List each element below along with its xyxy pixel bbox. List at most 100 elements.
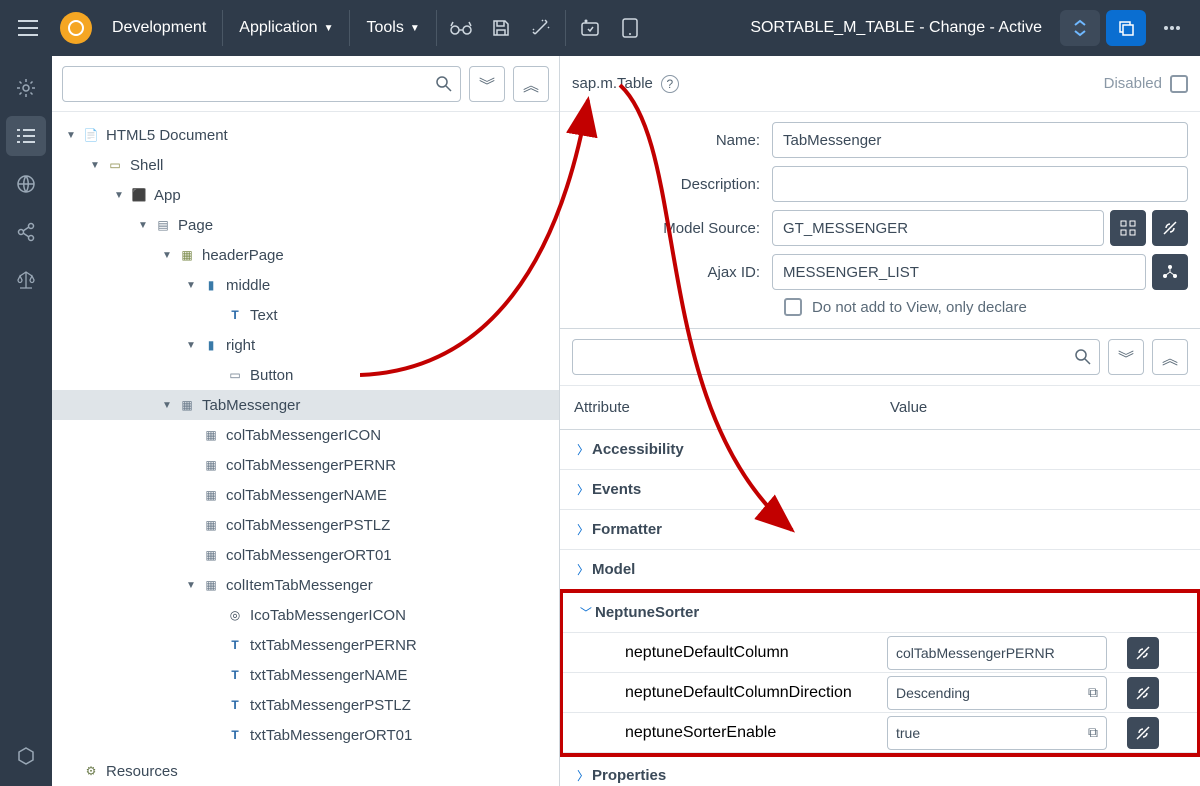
- tree-node-button[interactable]: ▭Button: [52, 360, 559, 390]
- settings-tab[interactable]: [6, 68, 46, 108]
- tree-node-middle[interactable]: ▼▮middle: [52, 270, 559, 300]
- attr-group-events[interactable]: 〉Events: [560, 470, 1200, 510]
- tree-node-document[interactable]: ▼📄HTML5 Document: [52, 120, 559, 150]
- column-icon: ▦: [202, 546, 220, 564]
- menu-application[interactable]: Application▼: [227, 11, 345, 45]
- tree-node-app[interactable]: ▼⬛App: [52, 180, 559, 210]
- more-button[interactable]: [1152, 10, 1192, 46]
- expand-icon: ▼: [184, 340, 198, 351]
- attr-group-properties[interactable]: 〉Properties: [560, 756, 1200, 786]
- tree-node-tabmessenger[interactable]: ▼▦TabMessenger: [52, 390, 559, 420]
- tree-node-col-pernr[interactable]: ▦colTabMessengerPERNR: [52, 450, 559, 480]
- expand-icon: ▼: [184, 580, 198, 591]
- bar-icon: ▮: [202, 276, 220, 294]
- wand-button[interactable]: [521, 10, 561, 46]
- tree-node-txt-name[interactable]: TtxtTabMessengerNAME: [52, 660, 559, 690]
- reset-button[interactable]: [1127, 637, 1159, 669]
- menu-toggle[interactable]: [8, 10, 48, 46]
- description-input[interactable]: [772, 166, 1188, 202]
- sorterenable-input[interactable]: ⧉: [887, 716, 1107, 750]
- attr-row-sorterenable: neptuneSorterEnable ⧉: [563, 713, 1197, 753]
- valuehelp-icon[interactable]: ⧉: [1088, 724, 1098, 741]
- nodes-icon: [1162, 264, 1178, 280]
- menu-tools[interactable]: Tools▼: [354, 11, 431, 45]
- perspective-label[interactable]: Development: [100, 11, 218, 45]
- tree-node-page[interactable]: ▼▤Page: [52, 210, 559, 240]
- defaultcolumn-value[interactable]: [896, 645, 1098, 661]
- object-tree: ▼📄HTML5 Document ▼▭Shell ▼⬛App ▼▤Page ▼▦…: [52, 112, 559, 786]
- collapse-all-button[interactable]: ︽: [513, 66, 549, 102]
- tree-search[interactable]: [62, 66, 461, 102]
- ajax-input[interactable]: [772, 254, 1146, 290]
- attr-group-neptunesorter[interactable]: 〉NeptuneSorter: [563, 593, 1197, 633]
- copy-button[interactable]: [1106, 10, 1146, 46]
- tree-node-col-pstlz[interactable]: ▦colTabMessengerPSTLZ: [52, 510, 559, 540]
- attr-search-input[interactable]: [581, 349, 1075, 365]
- attr-expand-all-button[interactable]: ︾: [1108, 339, 1144, 375]
- tree-node-header[interactable]: ▼▦headerPage: [52, 240, 559, 270]
- device-button[interactable]: [610, 10, 650, 46]
- globe-icon: [16, 174, 36, 194]
- col-value: Value: [890, 399, 1130, 416]
- defaultcolumn-input[interactable]: [887, 636, 1107, 670]
- ajax-config-button[interactable]: [1152, 254, 1188, 290]
- save-button[interactable]: [481, 10, 521, 46]
- valuehelp-icon[interactable]: ⧉: [1088, 684, 1098, 701]
- save-icon: [492, 19, 510, 37]
- tree-search-input[interactable]: [71, 76, 436, 92]
- donotadd-checkbox[interactable]: [784, 298, 802, 316]
- model-browse-button[interactable]: [1110, 210, 1146, 246]
- sorterenable-value[interactable]: [896, 725, 1088, 741]
- links-tab[interactable]: [6, 212, 46, 252]
- attr-collapse-all-button[interactable]: ︽: [1152, 339, 1188, 375]
- chevron-down-icon: ▼: [410, 23, 420, 34]
- unlink-icon: [1162, 220, 1178, 236]
- reset-button[interactable]: [1127, 717, 1159, 749]
- deploy-button[interactable]: [570, 10, 610, 46]
- collapse-panels-button[interactable]: [1060, 10, 1100, 46]
- preview-button[interactable]: [441, 10, 481, 46]
- model-clear-button[interactable]: [1152, 210, 1188, 246]
- tree-label: colTabMessengerNAME: [226, 487, 387, 504]
- text-icon: T: [226, 726, 244, 744]
- tree-node-col-icon[interactable]: ▦colTabMessengerICON: [52, 420, 559, 450]
- attr-search[interactable]: [572, 339, 1100, 375]
- attr-group-formatter[interactable]: 〉Formatter: [560, 510, 1200, 550]
- tree-node-colitem[interactable]: ▼▦colItemTabMessenger: [52, 570, 559, 600]
- tree-node-txt-pernr[interactable]: TtxtTabMessengerPERNR: [52, 630, 559, 660]
- disabled-label: Disabled: [1104, 75, 1162, 92]
- tree-node-txt-ort01[interactable]: TtxtTabMessengerORT01: [52, 720, 559, 750]
- logo: [60, 12, 92, 44]
- defaultdirection-input[interactable]: ⧉: [887, 676, 1107, 710]
- package-tab[interactable]: [6, 736, 46, 776]
- tree-node-txt-pstlz[interactable]: TtxtTabMessengerPSTLZ: [52, 690, 559, 720]
- tree-node-resources[interactable]: ⚙Resources: [52, 756, 559, 786]
- tree-node-right[interactable]: ▼▮right: [52, 330, 559, 360]
- attr-group-model[interactable]: 〉Model: [560, 550, 1200, 590]
- scales-tab[interactable]: [6, 260, 46, 300]
- name-label: Name:: [572, 132, 772, 149]
- help-button[interactable]: ?: [661, 75, 679, 93]
- globe-tab[interactable]: [6, 164, 46, 204]
- model-input[interactable]: [772, 210, 1104, 246]
- disabled-checkbox[interactable]: [1170, 75, 1188, 93]
- divider: [565, 10, 566, 46]
- dots-icon: [1163, 25, 1181, 31]
- tree-label: colTabMessengerPERNR: [226, 457, 396, 474]
- tree-node-ico[interactable]: ◎IcoTabMessengerICON: [52, 600, 559, 630]
- reset-button[interactable]: [1127, 677, 1159, 709]
- tree-node-shell[interactable]: ▼▭Shell: [52, 150, 559, 180]
- share-icon: [16, 222, 36, 242]
- attr-group-accessibility[interactable]: 〉Accessibility: [560, 430, 1200, 470]
- defaultdirection-value[interactable]: [896, 685, 1088, 701]
- tree-node-text[interactable]: TText: [52, 300, 559, 330]
- column-icon: ▦: [202, 516, 220, 534]
- expand-all-button[interactable]: ︾: [469, 66, 505, 102]
- tree-label: txtTabMessengerPERNR: [250, 637, 417, 654]
- name-input[interactable]: [772, 122, 1188, 158]
- tree-node-col-ort01[interactable]: ▦colTabMessengerORT01: [52, 540, 559, 570]
- tree-node-col-name[interactable]: ▦colTabMessengerNAME: [52, 480, 559, 510]
- tree-tab[interactable]: [6, 116, 46, 156]
- tree-label: Page: [178, 217, 213, 234]
- gear-icon: [16, 78, 36, 98]
